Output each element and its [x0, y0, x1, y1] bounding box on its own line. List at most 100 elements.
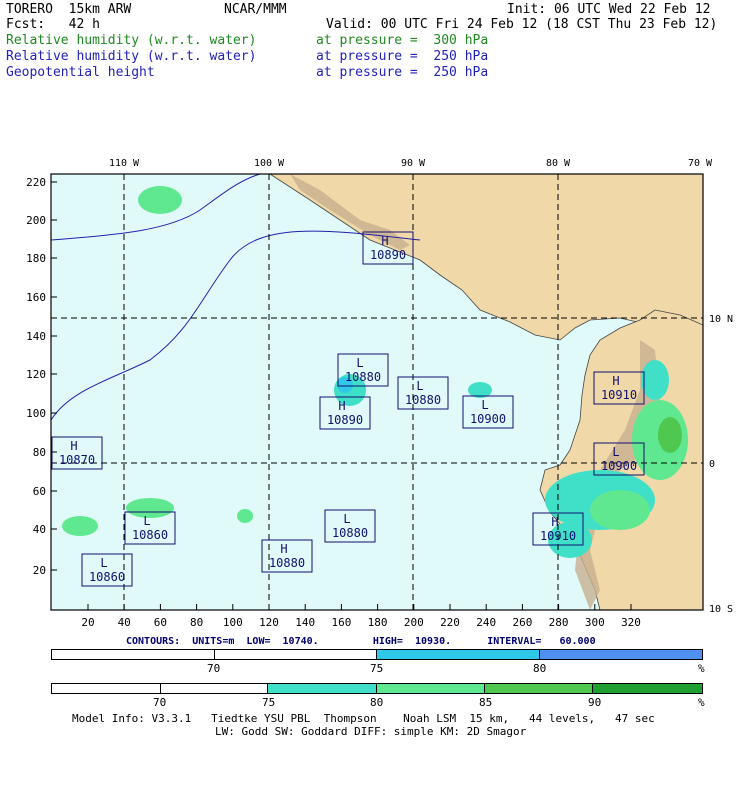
longitude-label: 90 W: [401, 158, 426, 169]
x-tick-label: 120: [259, 616, 279, 629]
colorbar2-label-85: 85: [479, 696, 493, 709]
center-value: 10900: [470, 412, 506, 426]
colorbar2-seg-2: [268, 684, 378, 693]
y-tick-label: 80: [33, 446, 46, 459]
colorbar2-seg-5: [593, 684, 703, 693]
center-value: 10900: [601, 459, 637, 473]
colorbar2-seg-1: [160, 684, 269, 693]
center-value: 10860: [89, 570, 125, 584]
y-tick-label: 100: [26, 407, 46, 420]
x-tick-label: 220: [440, 616, 460, 629]
colorbar2-label-75: 75: [262, 696, 276, 709]
latitude-labels: 10 N 0 10 S: [709, 314, 733, 615]
longitude-label: 110 W: [109, 158, 140, 169]
y-tick-label: 160: [26, 291, 46, 304]
longitude-label: 80 W: [546, 158, 571, 169]
center-value: 10910: [540, 529, 576, 543]
x-tick-label: 40: [118, 616, 131, 629]
field-1-level: at pressure = 300 hPa: [316, 33, 489, 48]
colorbar1-label-75: 75: [370, 662, 384, 675]
center-value: 10880: [269, 556, 305, 570]
colorbar-250hpa: [51, 683, 703, 694]
center-type: H: [551, 515, 558, 529]
x-tick-label: 320: [621, 616, 641, 629]
colorbar2-seg-3: [377, 684, 485, 693]
x-tick-label: 140: [295, 616, 315, 629]
forecast-hour: Fcst: 42 h: [6, 17, 100, 32]
center-value: 10880: [345, 370, 381, 384]
y-tick-label: 220: [26, 176, 46, 189]
x-tick-label: 80: [190, 616, 203, 629]
init-time: Init: 06 UTC Wed 22 Feb 12: [507, 2, 711, 17]
x-tick-label: 60: [154, 616, 167, 629]
x-tick-label: 180: [368, 616, 388, 629]
longitude-labels: 110 W 100 W 90 W 80 W 70 W: [109, 158, 713, 169]
y-tick-label: 180: [26, 252, 46, 265]
colorbar2-unit: %: [698, 696, 705, 709]
x-tick-label: 200: [404, 616, 424, 629]
field-3-level: at pressure = 250 hPa: [316, 65, 489, 80]
latitude-label: 10 S: [709, 604, 733, 615]
colorbar1-seg-1: [214, 650, 377, 659]
x-tick-label: 100: [223, 616, 243, 629]
center-type: L: [612, 445, 619, 459]
center-type: H: [70, 439, 77, 453]
field-2-level: at pressure = 250 hPa: [316, 49, 489, 64]
center-type: H: [612, 374, 619, 388]
valid-time: Valid: 00 UTC Fri 24 Feb 12 (18 CST Thu …: [326, 17, 718, 32]
field-2-name: Relative humidity (w.r.t. water): [6, 49, 257, 64]
colorbar1-unit: %: [698, 662, 705, 675]
y-tick-label: 140: [26, 330, 46, 343]
institution-label: NCAR/MMM: [224, 2, 287, 17]
center-value: 10860: [132, 528, 168, 542]
y-tick-label: 60: [33, 485, 46, 498]
center-type: L: [416, 379, 423, 393]
field-3-name: Geopotential height: [6, 65, 155, 80]
colorbar1-label-80: 80: [533, 662, 547, 675]
center-type: H: [381, 234, 388, 248]
latitude-label: 0: [709, 459, 715, 470]
center-value: 10890: [327, 413, 363, 427]
x-tick-label: 160: [331, 616, 351, 629]
y-tick-label: 20: [33, 564, 46, 577]
physics-info: LW: Godd SW: Goddard DIFF: simple KM: 2D…: [215, 725, 527, 738]
latitude-label: 10 N: [709, 314, 733, 325]
center-type: L: [143, 514, 150, 528]
x-tick-label: 260: [512, 616, 532, 629]
center-type: H: [280, 542, 287, 556]
model-title: TORERO 15km ARW: [6, 2, 132, 17]
colorbar2-label-70: 70: [153, 696, 167, 709]
colorbar-300hpa: [51, 649, 703, 660]
longitude-label: 100 W: [254, 158, 285, 169]
center-value: 10910: [601, 388, 637, 402]
colorbar1-seg-2: [377, 650, 540, 659]
center-type: L: [481, 398, 488, 412]
colorbar1-seg-0: [52, 650, 215, 659]
center-type: L: [343, 512, 350, 526]
contours-info: CONTOURS: UNITS=m LOW= 10740. HIGH= 1093…: [126, 636, 596, 647]
x-tick-label: 20: [81, 616, 94, 629]
weather-map: 220 200 180 160 140 120 100 80 60 40 20 20 40 60 80 10…: [26, 158, 733, 629]
y-tick-label: 40: [33, 523, 46, 536]
longitude-label: 70 W: [688, 158, 713, 169]
x-tick-label: 280: [549, 616, 569, 629]
center-value: 10880: [405, 393, 441, 407]
colorbar2-seg-0: [52, 684, 161, 693]
y-tick-label: 200: [26, 214, 46, 227]
center-value: 10880: [332, 526, 368, 540]
center-type: L: [356, 356, 363, 370]
field-1-name: Relative humidity (w.r.t. water): [6, 33, 257, 48]
center-type: L: [100, 556, 107, 570]
y-tick-label: 120: [26, 368, 46, 381]
x-tick-label: 300: [585, 616, 605, 629]
center-value: 10890: [370, 248, 406, 262]
colorbar1-label-70: 70: [207, 662, 221, 675]
center-value: 10870: [59, 453, 95, 467]
colorbar2-seg-4: [484, 684, 594, 693]
colorbar2-label-90: 90: [588, 696, 602, 709]
model-info: Model Info: V3.3.1 Tiedtke YSU PBL Thomp…: [72, 712, 655, 725]
x-tick-label: 240: [476, 616, 496, 629]
colorbar1-seg-3: [539, 650, 702, 659]
colorbar2-label-80: 80: [370, 696, 384, 709]
center-type: H: [338, 399, 345, 413]
